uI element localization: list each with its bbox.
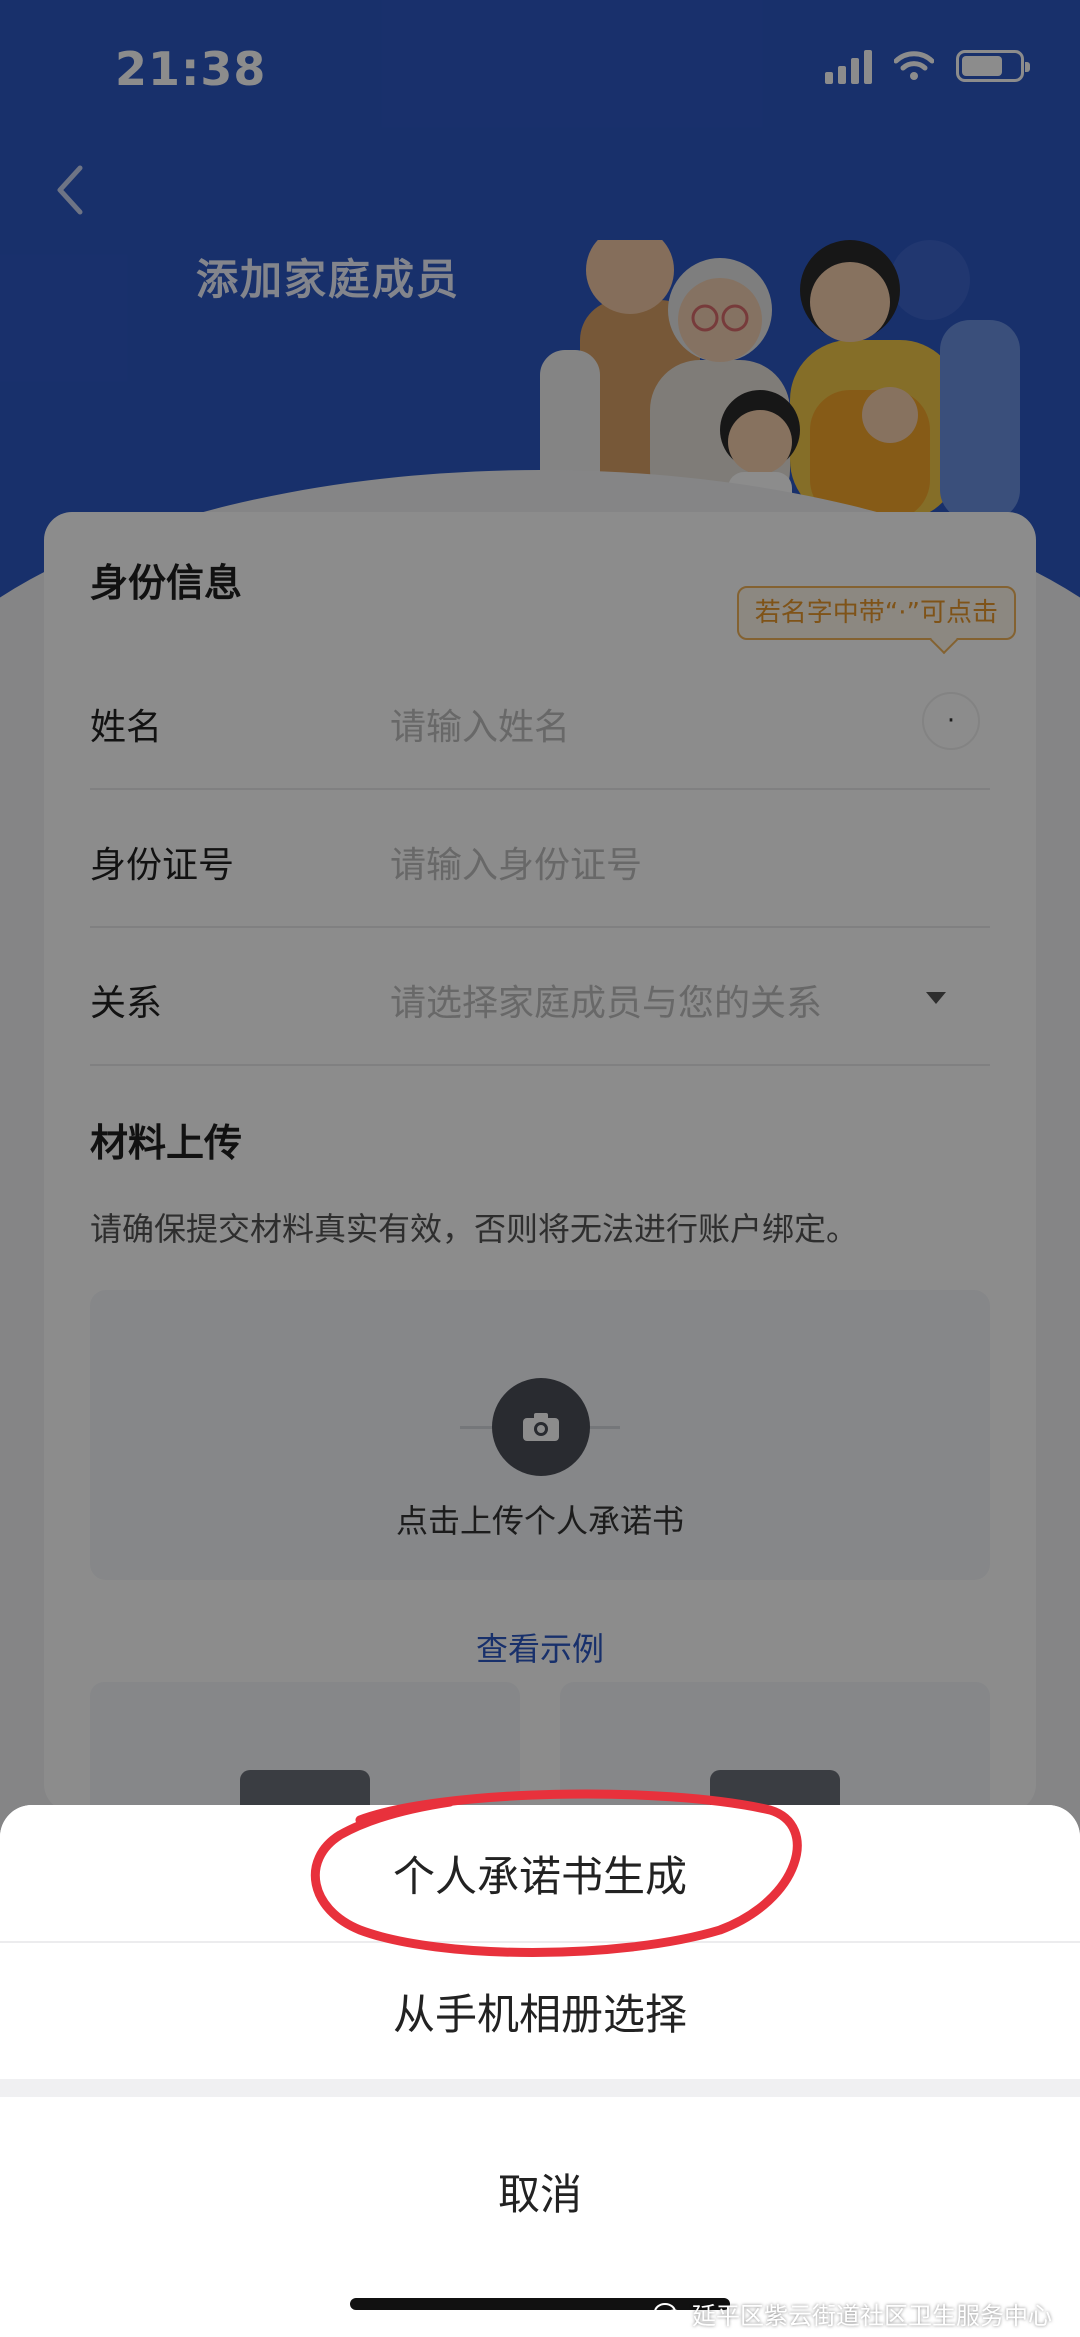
red-circle-annotation xyxy=(310,1789,802,1957)
watermark-text: 延平区紫云街道社区卫生服务中心 xyxy=(692,2302,1052,2330)
wechat-icon xyxy=(654,2302,683,2324)
add-family-member-page: 21:38 添加家庭成员 身份信息 若名字中带“·”可点击 姓名 请输入姓名 ·… xyxy=(0,0,1080,2337)
watermark: 延平区紫云街道社区卫生服务中心 xyxy=(654,2296,1052,2331)
